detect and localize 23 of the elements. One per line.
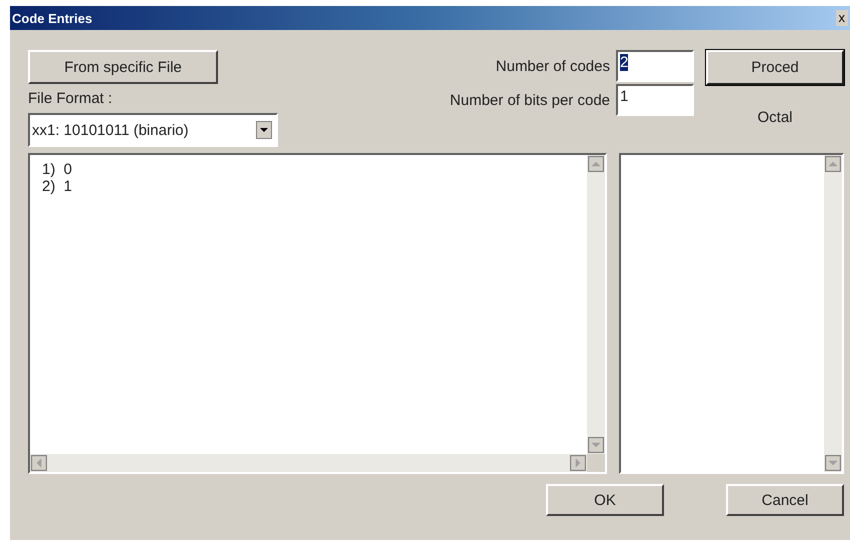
file-format-label: File Format : xyxy=(28,90,114,107)
codes-list[interactable]: 1) 0 2) 1 xyxy=(28,153,607,474)
code-line: 2) 1 xyxy=(42,178,74,195)
field-label: Number of bits per code xyxy=(450,92,610,108)
scroll-up-icon[interactable] xyxy=(588,156,604,172)
dialog-button[interactable]: Cancel xyxy=(726,484,844,516)
file-format-dropdown[interactable]: xx1: 10101011 (binario) xyxy=(28,113,278,147)
code-line: 1) 0 xyxy=(42,161,74,178)
input-field[interactable]: 2 xyxy=(616,50,694,82)
window-title: Code Entries xyxy=(12,10,92,26)
scroll-right-icon[interactable] xyxy=(570,455,586,471)
dialog-button[interactable]: OK xyxy=(546,484,664,516)
octal-label: Octal xyxy=(757,109,792,126)
from-file-button[interactable]: From specific File xyxy=(28,50,218,84)
scroll-up-icon[interactable] xyxy=(825,156,841,172)
scroll-down-icon[interactable] xyxy=(588,437,604,453)
scroll-left-icon[interactable] xyxy=(31,455,47,471)
input-field[interactable]: 1 xyxy=(616,84,694,116)
proced-button[interactable]: Proced xyxy=(706,50,844,85)
field-label: Number of codes xyxy=(496,58,610,74)
scrollbar-corner xyxy=(586,454,605,472)
scroll-down-icon[interactable] xyxy=(825,455,841,471)
close-button[interactable]: x xyxy=(836,10,848,26)
